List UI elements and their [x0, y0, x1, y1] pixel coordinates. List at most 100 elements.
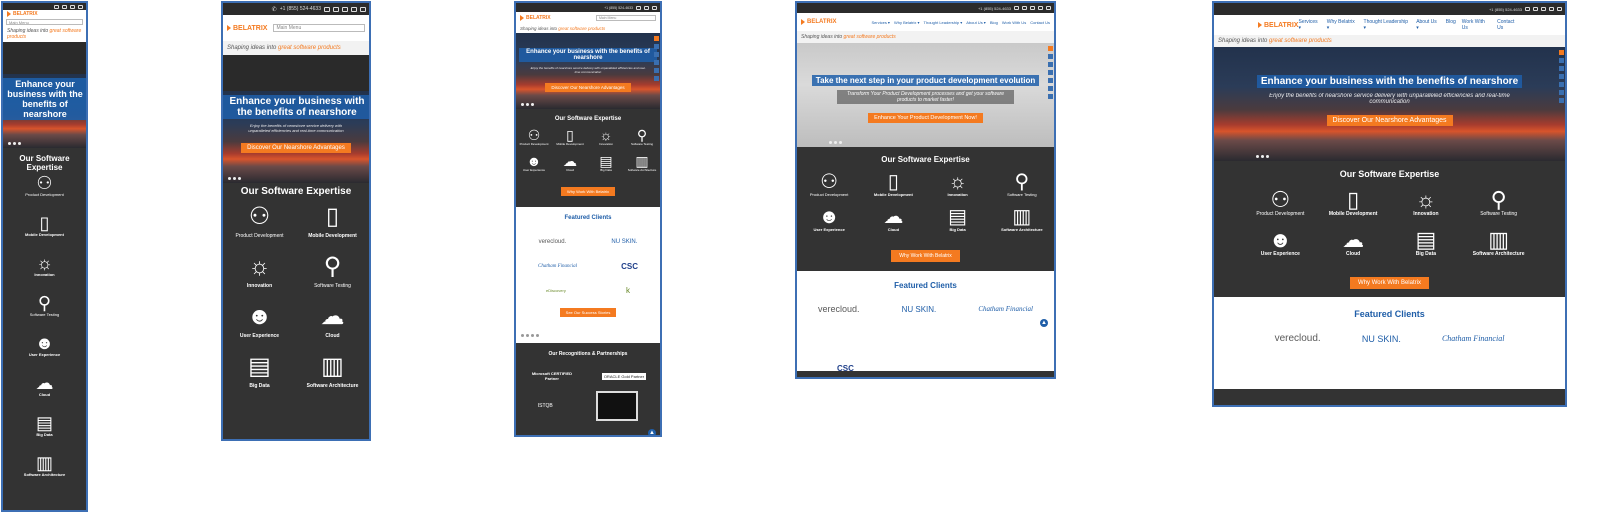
service-big-data[interactable]: ▤ Big Data [3, 414, 86, 454]
nav-contact-us[interactable]: Contact Us [1497, 19, 1521, 31]
service-product-development[interactable]: ⚇ Product Development [1244, 189, 1317, 218]
mail-icon[interactable] [644, 5, 649, 10]
why-work-button[interactable]: Why Work With Belatrix [561, 187, 615, 196]
twitter-icon[interactable] [1048, 62, 1053, 67]
edit-icon[interactable] [654, 36, 659, 41]
service-innovation[interactable]: ☼ Innovation [223, 255, 296, 290]
quote-icon[interactable] [333, 6, 339, 12]
main-menu-select[interactable]: Main Menu [6, 19, 83, 25]
why-work-button[interactable]: Why Work With Belatrix [891, 250, 960, 262]
service-software-architecture[interactable]: ▥ Software Architecture [3, 454, 86, 494]
belatrix-logo[interactable]: BELATRIX [520, 15, 551, 21]
linkedin-icon[interactable] [1048, 78, 1053, 83]
quote-icon[interactable] [1533, 7, 1538, 11]
belatrix-logo[interactable]: BELATRIX [7, 11, 38, 17]
mail-icon[interactable] [1541, 7, 1546, 11]
menu-icon[interactable] [360, 6, 366, 12]
nav-services[interactable]: Services ▾ [871, 20, 889, 25]
googleplus-icon[interactable] [1048, 70, 1053, 75]
service-big-data[interactable]: ▤ Big Data [223, 355, 296, 390]
quote-icon[interactable] [1022, 6, 1027, 10]
phone-number[interactable]: +1 (855) 524-4633 [1489, 7, 1522, 12]
success-stories-button[interactable]: See Our Success Stories [559, 308, 617, 317]
feedback-icon[interactable] [1048, 94, 1053, 99]
hero-cta-button[interactable]: Discover Our Nearshore Advantages [241, 143, 351, 153]
twitter-icon[interactable] [654, 52, 659, 57]
hero-cta-button[interactable]: Enhance Your Product Development Now! [868, 113, 983, 123]
chat-icon[interactable] [636, 5, 641, 10]
nav-why-belatrix[interactable]: Why Belatrix ▾ [894, 20, 920, 25]
hero-cta-button[interactable]: Discover Our Nearshore Advantages [1326, 115, 1453, 126]
menu-icon[interactable] [1557, 7, 1562, 11]
service-product-development[interactable]: ⚇ Product Development [516, 128, 552, 146]
menu-icon[interactable] [1046, 6, 1051, 10]
service-cloud[interactable]: ☁ Cloud [861, 207, 925, 232]
belatrix-logo[interactable]: BELATRIX [801, 19, 837, 25]
phone-number[interactable]: +1 (855) 524-4633 [604, 6, 633, 10]
service-software-testing[interactable]: ⚲ Software Testing [3, 294, 86, 334]
service-software-architecture[interactable]: ▥ Software Architecture [990, 207, 1054, 232]
belatrix-logo[interactable]: BELATRIX [1258, 22, 1298, 29]
facebook-icon[interactable] [1048, 54, 1053, 59]
nav-blog[interactable]: Blog [990, 20, 998, 25]
main-menu-select[interactable]: Main Menu [273, 24, 365, 32]
service-user-experience[interactable]: ☻ User Experience [797, 207, 861, 232]
service-user-experience[interactable]: ☻ User Experience [1244, 229, 1317, 258]
service-mobile-development[interactable]: ▯ Mobile Development [861, 172, 925, 197]
service-cloud[interactable]: ☁ Cloud [3, 374, 86, 414]
briefcase-icon[interactable] [351, 6, 357, 12]
nav-thought-leadership[interactable]: Thought Leadership ▾ [1364, 19, 1411, 31]
clients-carousel-dots[interactable] [521, 334, 539, 337]
service-software-architecture[interactable]: ▥ Software Architecture [296, 355, 369, 390]
menu-icon[interactable] [78, 4, 83, 9]
service-software-testing[interactable]: ⚲ Software Testing [296, 255, 369, 290]
chat-icon[interactable] [1014, 6, 1019, 10]
nav-about-us[interactable]: About Us ▾ [966, 20, 986, 25]
twitter-icon[interactable] [1559, 66, 1564, 71]
service-software-testing[interactable]: ⚲ Software Testing [624, 128, 660, 146]
service-user-experience[interactable]: ☻ User Experience [223, 305, 296, 340]
nav-work-with-us[interactable]: Work With Us [1462, 19, 1491, 31]
nav-services[interactable]: Services ▾ [1298, 19, 1320, 31]
service-cloud[interactable]: ☁ Cloud [552, 154, 588, 172]
facebook-icon[interactable] [654, 44, 659, 49]
edit-icon[interactable] [1559, 50, 1564, 55]
service-product-development[interactable]: ⚇ Product Development [3, 174, 86, 214]
service-mobile-development[interactable]: ▯ Mobile Development [296, 205, 369, 240]
phone-icon[interactable] [62, 4, 67, 9]
nav-contact-us[interactable]: Contact Us [1030, 20, 1050, 25]
nav-about-us[interactable]: About Us ▾ [1416, 19, 1440, 31]
nav-why-belatrix[interactable]: Why Belatrix ▾ [1327, 19, 1358, 31]
nav-blog[interactable]: Blog [1446, 19, 1456, 31]
service-software-testing[interactable]: ⚲ Software Testing [990, 172, 1054, 197]
service-innovation[interactable]: ☼ Innovation [3, 254, 86, 294]
mail-icon[interactable] [1030, 6, 1035, 10]
service-innovation[interactable]: ☼ Innovation [926, 172, 990, 197]
chat-icon[interactable] [324, 6, 330, 12]
feedback-icon[interactable] [1559, 98, 1564, 103]
service-product-development[interactable]: ⚇ Product Development [797, 172, 861, 197]
service-cloud[interactable]: ☁ Cloud [296, 305, 369, 340]
rss-icon[interactable] [1048, 86, 1053, 91]
phone-number[interactable]: +1 (855) 524-4633 [280, 6, 321, 12]
service-mobile-development[interactable]: ▯ Mobile Development [1317, 189, 1390, 218]
belatrix-logo[interactable]: BELATRIX [227, 25, 267, 32]
facebook-icon[interactable] [1559, 58, 1564, 63]
why-work-button[interactable]: Why Work With Belatrix [1350, 277, 1429, 289]
service-big-data[interactable]: ▤ Big Data [1390, 229, 1463, 258]
service-big-data[interactable]: ▤ Big Data [926, 207, 990, 232]
googleplus-icon[interactable] [654, 60, 659, 65]
linkedin-icon[interactable] [654, 68, 659, 73]
service-innovation[interactable]: ☼ Innovation [588, 128, 624, 146]
scroll-top-icon[interactable]: ▲ [648, 429, 656, 435]
chat-icon[interactable] [54, 4, 59, 9]
rss-icon[interactable] [1559, 90, 1564, 95]
nav-thought-leadership[interactable]: Thought Leadership ▾ [924, 20, 963, 25]
scroll-top-icon[interactable]: ▲ [1040, 319, 1048, 327]
chat-icon[interactable] [1525, 7, 1530, 11]
service-software-architecture[interactable]: ▥ Software Architecture [624, 154, 660, 172]
service-user-experience[interactable]: ☻ User Experience [3, 334, 86, 374]
service-software-architecture[interactable]: ▥ Software Architecture [1462, 229, 1535, 258]
phone-icon[interactable]: ✆ [272, 6, 277, 13]
service-mobile-development[interactable]: ▯ Mobile Development [552, 128, 588, 146]
